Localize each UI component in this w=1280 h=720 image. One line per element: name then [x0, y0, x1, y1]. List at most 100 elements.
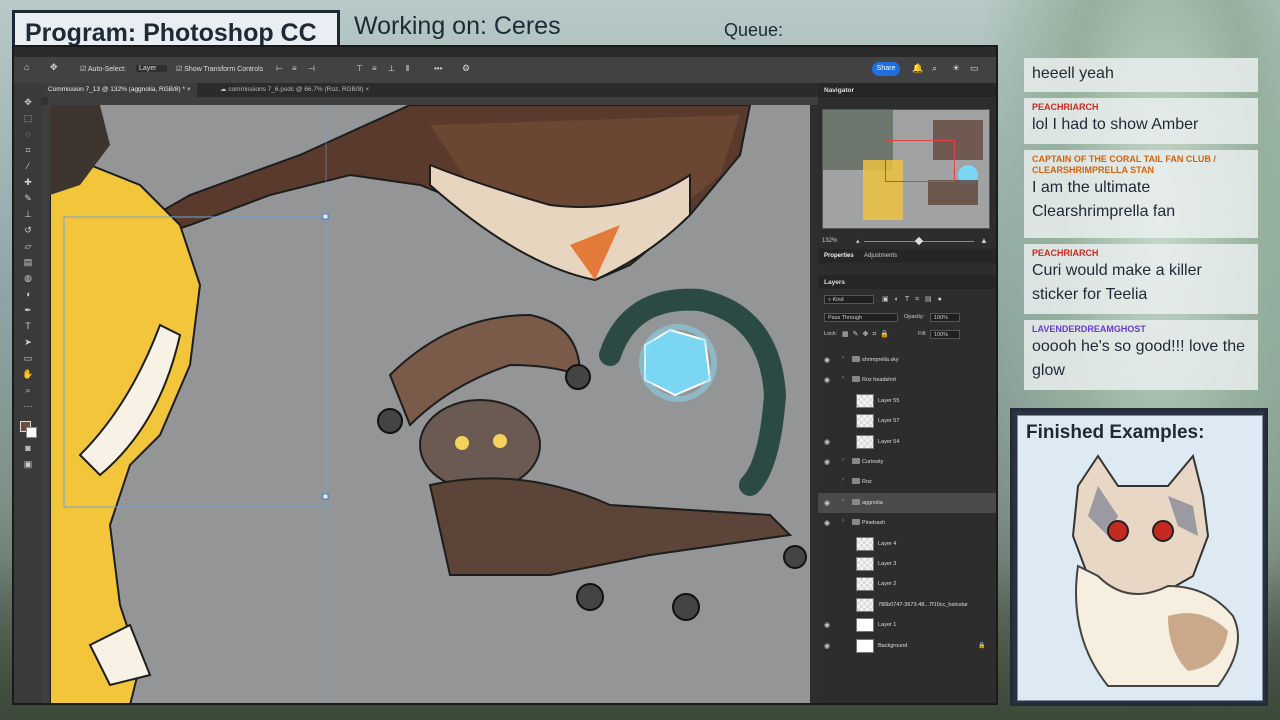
more-tools-icon[interactable]: ⋯	[22, 401, 34, 412]
home-icon[interactable]: ⌂	[24, 62, 29, 72]
layer-row[interactable]: ◉ Layer 1	[818, 615, 996, 635]
move-tool-icon[interactable]: ✥	[22, 97, 34, 108]
chevron-right-icon[interactable]: ›	[842, 457, 844, 463]
zoom-value[interactable]: 132%	[822, 238, 837, 244]
layer-name: Layer 4	[878, 540, 897, 547]
align-middle-icon[interactable]: ≡	[372, 64, 377, 73]
eye-icon[interactable]: ◉	[824, 621, 830, 629]
background-color-swatch[interactable]	[26, 427, 37, 438]
dodge-tool-icon[interactable]: ◖	[22, 289, 34, 300]
auto-select-checkbox[interactable]: ☑ Auto-Select:	[80, 65, 126, 73]
align-left-icon[interactable]: ⊢	[276, 64, 283, 73]
blend-mode-select[interactable]: Pass Through	[824, 313, 898, 322]
brush-tool-icon[interactable]: ✎	[22, 193, 34, 204]
stamp-tool-icon[interactable]: ⊥	[22, 209, 34, 220]
eye-icon[interactable]: ◉	[824, 438, 830, 446]
pen-tool-icon[interactable]: ✒	[22, 305, 34, 316]
eye-icon[interactable]: ◉	[824, 642, 830, 650]
tab-properties[interactable]: Properties	[824, 253, 854, 259]
chevron-right-icon[interactable]: ›	[842, 375, 844, 381]
navigator-title[interactable]: Navigator	[824, 87, 854, 94]
close-icon[interactable]: ×	[365, 86, 369, 93]
layer-row[interactable]: ◉ Layer 54	[818, 432, 996, 452]
chevron-right-icon[interactable]: ›	[842, 518, 844, 524]
transform-handle[interactable]	[322, 493, 329, 500]
layer-row[interactable]: 786b0747-3673-48...7f10cc_halostar	[818, 595, 996, 615]
lock-icon: 🔒	[978, 642, 986, 649]
marquee-tool-icon[interactable]: ⬚	[22, 113, 34, 124]
align-right-icon[interactable]: ⊣	[308, 64, 315, 73]
transform-handle[interactable]	[322, 213, 329, 220]
layer-row[interactable]: Layer 4	[818, 534, 996, 554]
lasso-tool-icon[interactable]: ◌	[22, 129, 34, 140]
navigator-thumbnail[interactable]	[822, 109, 990, 229]
eye-icon[interactable]: ◉	[824, 356, 830, 364]
layer-filter-icons[interactable]: ▣◐T⌗▤●	[882, 295, 948, 304]
bell-icon[interactable]: 🔔	[912, 63, 923, 74]
layer-row[interactable]: ◉ › Curiosity	[818, 452, 996, 472]
chat-message: PEACHRIARCH lol I had to show Amber	[1024, 98, 1258, 144]
tab-commission-7-13[interactable]: Commission 7_13 @ 132% (aggnolia, RGB/8)…	[42, 83, 197, 97]
canvas-scrollbar[interactable]	[810, 105, 818, 703]
screen-mode-icon[interactable]: ▣	[22, 459, 34, 470]
close-icon[interactable]: ×	[187, 86, 191, 93]
transform-controls-label: Show Transform Controls	[184, 66, 264, 73]
zoom-tool-icon[interactable]: ⌕	[22, 385, 34, 396]
hand-tool-icon[interactable]: ✋	[22, 369, 34, 380]
layers-title[interactable]: Layers	[824, 279, 845, 286]
chevron-right-icon[interactable]: ›	[842, 498, 844, 504]
path-select-icon[interactable]: ➤	[22, 337, 34, 348]
layer-dropdown[interactable]: Layer	[136, 65, 167, 72]
layer-row[interactable]: ◉ › aggnolia	[818, 492, 996, 513]
gear-icon[interactable]: ⚙	[462, 63, 470, 74]
lock-icons[interactable]: ▦✎✥⌗🔒	[842, 330, 893, 339]
tab-adjustments[interactable]: Adjustments	[864, 253, 897, 259]
zoom-out-icon[interactable]: ▴	[856, 237, 860, 245]
crop-tool-icon[interactable]: ⌗	[22, 145, 34, 156]
workspace-icon[interactable]: ▭	[970, 63, 979, 74]
layer-row[interactable]: ◉ › Pinetrash	[818, 513, 996, 533]
rectangle-tool-icon[interactable]: ▭	[22, 353, 34, 364]
layer-row[interactable]: › Roz	[818, 472, 996, 492]
blur-tool-icon[interactable]: ◍	[22, 273, 34, 284]
type-tool-icon[interactable]: T	[22, 321, 34, 332]
align-bottom-icon[interactable]: ⊥	[388, 64, 395, 73]
move-tool-icon[interactable]: ✥	[50, 62, 58, 73]
chevron-right-icon[interactable]: ›	[842, 355, 844, 361]
search-icon[interactable]: ⌕	[932, 63, 937, 74]
quick-mask-icon[interactable]: ◙	[22, 443, 34, 454]
more-options-button[interactable]: •••	[434, 64, 442, 73]
distribute-icon[interactable]: ⫴	[406, 64, 409, 74]
navigator-view-box[interactable]	[885, 140, 955, 182]
layer-row[interactable]: ◉ › shrimprella sky	[818, 350, 996, 370]
layer-row[interactable]: Layer 3	[818, 554, 996, 574]
layer-kind-filter[interactable]: ⌕ Kind	[824, 295, 874, 304]
gradient-tool-icon[interactable]: ▤	[22, 257, 34, 268]
align-center-icon[interactable]: ≡	[292, 64, 297, 73]
fill-field[interactable]: 100%	[930, 330, 960, 339]
chevron-right-icon[interactable]: ›	[842, 477, 844, 483]
eye-icon[interactable]: ◉	[824, 519, 830, 527]
layer-row[interactable]: ◉ Background 🔒	[818, 636, 996, 656]
share-button[interactable]: Share	[872, 62, 900, 76]
align-top-icon[interactable]: ⊤	[356, 64, 363, 73]
healing-tool-icon[interactable]: ✚	[22, 177, 34, 188]
document-canvas[interactable]	[50, 105, 810, 703]
eye-icon[interactable]: ◉	[824, 499, 830, 507]
eye-icon[interactable]: ◉	[824, 458, 830, 466]
tab-commissions-7-6[interactable]: ☁ commissions 7_6.psdc @ 66.7% (Roz, RGB…	[214, 83, 375, 97]
lightbulb-icon[interactable]: ☀	[952, 63, 960, 74]
zoom-in-icon[interactable]: ▲	[980, 236, 988, 245]
history-brush-icon[interactable]: ↺	[22, 225, 34, 236]
chat-username: CAPTAIN OF THE CORAL TAIL FAN CLUB / CLE…	[1032, 154, 1216, 175]
opacity-field[interactable]: 100%	[930, 313, 960, 322]
eyedropper-tool-icon[interactable]: ⁄	[22, 161, 34, 172]
eye-icon[interactable]: ◉	[824, 376, 830, 384]
layer-row[interactable]: Layer 57	[818, 411, 996, 431]
layer-row[interactable]: ◉ › Roz headshot	[818, 370, 996, 390]
zoom-slider-knob[interactable]	[914, 236, 924, 246]
eraser-tool-icon[interactable]: ▱	[22, 241, 34, 252]
layer-row[interactable]: Layer 55	[818, 391, 996, 411]
layer-row[interactable]: Layer 2	[818, 574, 996, 594]
transform-controls-checkbox[interactable]: ☑ Show Transform Controls	[176, 65, 263, 73]
